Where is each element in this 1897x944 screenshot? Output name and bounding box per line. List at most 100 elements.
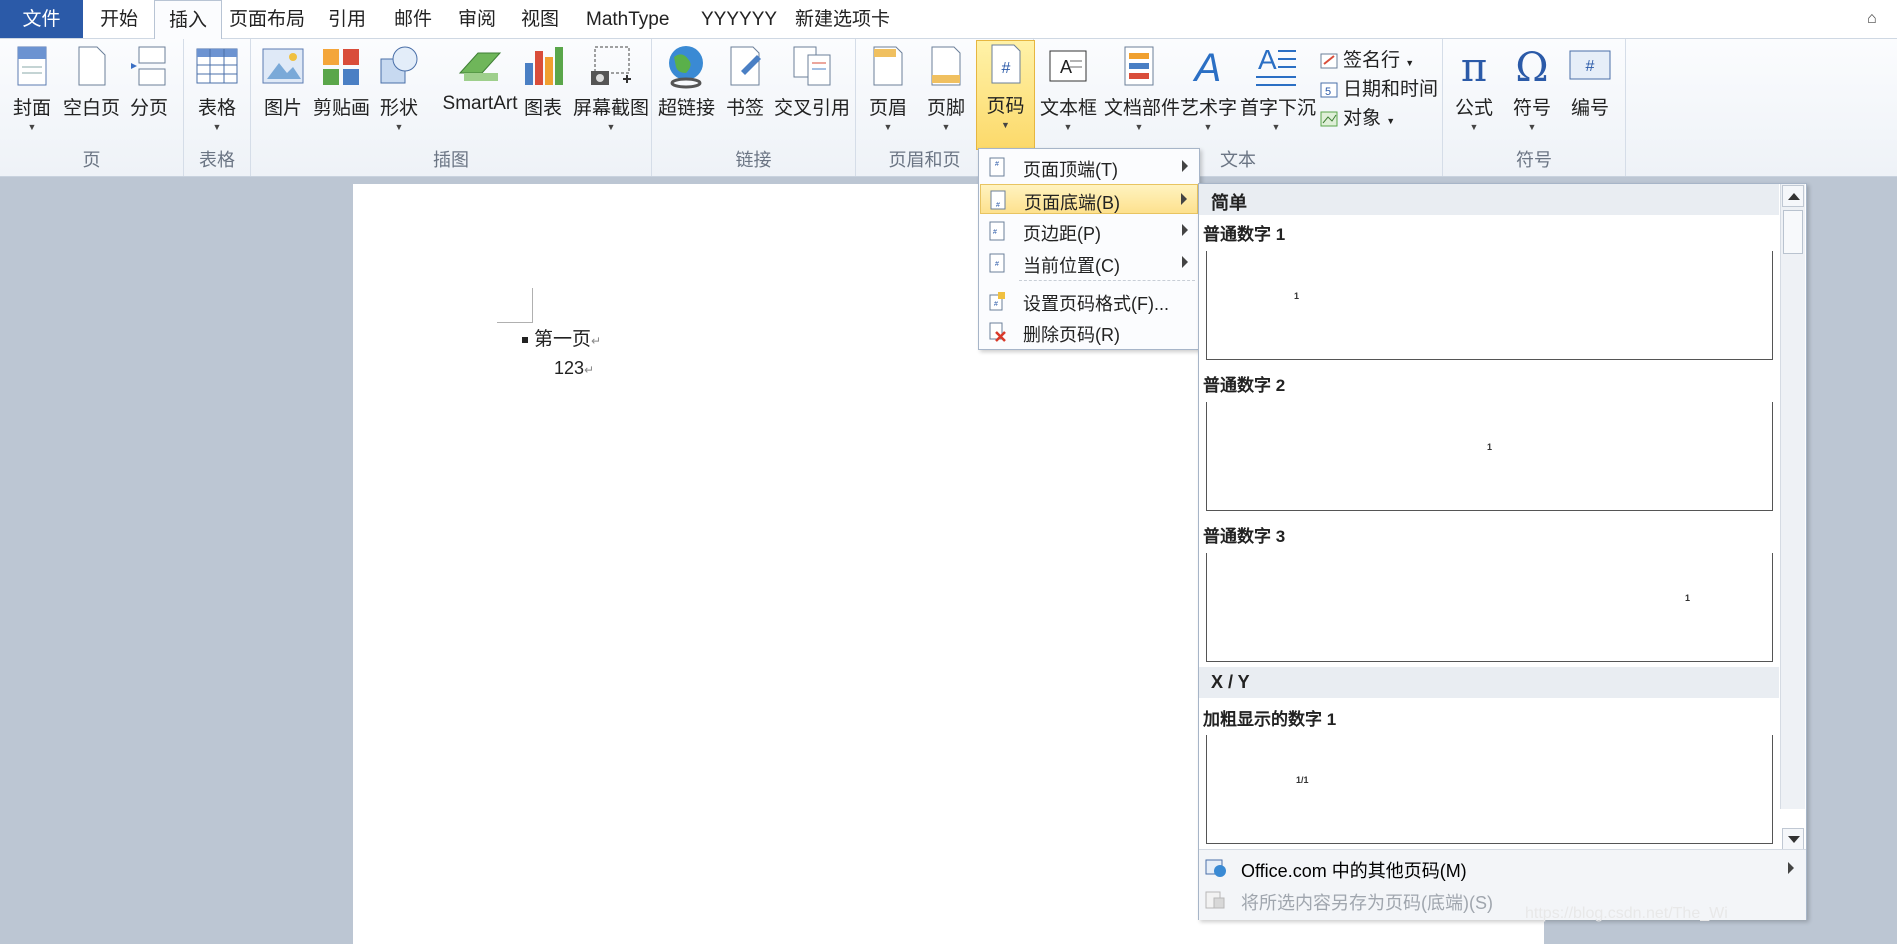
page-top-icon: # <box>989 157 1005 177</box>
tab-references[interactable]: 引用 <box>314 0 380 38</box>
tab-new[interactable]: 新建选项卡 <box>781 0 904 38</box>
tab-yyyyyy[interactable]: YYYYYY <box>687 0 791 38</box>
table-button[interactable]: 表格 ▼ <box>194 43 240 132</box>
menu-item-page-margins[interactable]: # 页边距(P) <box>980 216 1198 246</box>
cover-page-button[interactable]: 封面 ▼ <box>10 43 54 132</box>
svg-text:#: # <box>995 261 999 268</box>
scroll-down-icon[interactable] <box>1782 828 1804 850</box>
current-position-icon: # <box>989 253 1005 273</box>
svg-text:A: A <box>1258 44 1277 75</box>
tab-view[interactable]: 视图 <box>507 0 573 38</box>
gallery-item-plain-number-2[interactable]: 1 <box>1206 402 1773 511</box>
signature-line-button[interactable]: 签名行 ▼ <box>1320 45 1414 72</box>
cover-page-icon <box>17 46 47 86</box>
scrollbar-thumb[interactable] <box>1783 210 1803 254</box>
textbox-icon: A <box>1049 50 1087 82</box>
watermark-text: https://blog.csdn.net/The_Wi <box>1525 905 1728 922</box>
page-bottom-icon: # <box>990 190 1006 210</box>
picture-button[interactable]: 图片 <box>260 43 306 120</box>
more-page-numbers-online[interactable]: Office.com 中的其他页码(M) <box>1199 852 1806 884</box>
numbering-button[interactable]: # 编号 <box>1567 43 1613 120</box>
gallery-item-label: 加粗显示的数字 1 <box>1203 710 1337 729</box>
clipart-button[interactable]: 剪贴画 <box>313 43 370 120</box>
date-time-button[interactable]: 5 日期和时间 <box>1320 74 1438 101</box>
menu-item-top-of-page[interactable]: # 页面顶端(T) <box>980 152 1198 182</box>
tab-page-layout[interactable]: 页面布局 <box>215 0 319 38</box>
group-page: 封面 ▼ 空白页 分页 页 <box>0 39 184 176</box>
tab-home[interactable]: 开始 <box>86 0 152 38</box>
footer-icon <box>931 46 961 86</box>
symbol-button[interactable]: Ω 符号 ▼ <box>1509 43 1555 132</box>
svg-text:A: A <box>1193 46 1222 89</box>
svg-text:#: # <box>995 161 999 168</box>
ribbon-tab-bar: 文件 开始 插入 页面布局 引用 邮件 审阅 视图 MathType YYYYY… <box>0 0 1897 40</box>
chevron-down-icon: ▼ <box>1469 122 1479 132</box>
chevron-down-icon: ▼ <box>212 122 222 132</box>
gallery-scrollbar[interactable] <box>1780 184 1805 850</box>
blank-page-icon <box>78 46 106 86</box>
page-number-icon: # <box>991 44 1020 84</box>
header-button[interactable]: 页眉 ▼ <box>866 43 910 132</box>
chevron-down-icon: ▼ <box>606 122 616 132</box>
textbox-button[interactable]: A 文本框 ▼ <box>1040 43 1097 132</box>
header-icon <box>873 46 903 86</box>
drop-cap-icon: A <box>1256 44 1296 86</box>
submenu-arrow-icon <box>1788 862 1794 874</box>
drop-cap-button[interactable]: A 首字下沉 ▼ <box>1240 43 1316 132</box>
svg-text:#: # <box>993 229 997 236</box>
save-to-gallery-icon <box>1205 891 1225 909</box>
cross-reference-icon <box>793 46 831 86</box>
calendar-icon: 5 <box>1320 82 1338 98</box>
hyperlink-button[interactable]: 超链接 <box>658 43 715 120</box>
document-paragraph[interactable]: 第一页↵ <box>522 324 601 351</box>
menu-item-bottom-of-page[interactable]: # 页面底端(B) <box>980 184 1198 214</box>
menu-item-current-position[interactable]: # 当前位置(C) <box>980 248 1198 278</box>
gallery-item-plain-number-1[interactable]: 1 <box>1206 251 1773 360</box>
page-break-button[interactable]: 分页 <box>127 43 171 120</box>
format-page-number-icon: # <box>989 292 1005 311</box>
group-links: 超链接 书签 交叉引用 链接 <box>652 39 856 176</box>
quick-parts-button[interactable]: 文档部件 ▼ <box>1104 43 1180 132</box>
menu-item-format-page-numbers[interactable]: # 设置页码格式(F)... <box>980 286 1198 316</box>
chart-icon <box>525 47 563 85</box>
page-number-button[interactable]: # 页码 ▼ <box>976 40 1035 150</box>
object-button[interactable]: 对象 ▼ <box>1320 103 1395 130</box>
equation-button[interactable]: π 公式 ▼ <box>1451 43 1497 132</box>
tab-mailings[interactable]: 邮件 <box>380 0 446 38</box>
chevron-down-icon: ▼ <box>1271 122 1281 132</box>
shapes-icon <box>380 46 418 84</box>
gallery-item-plain-number-3[interactable]: 1 <box>1206 553 1773 662</box>
document-paragraph[interactable]: 123↵ <box>554 358 594 379</box>
margin-corner-mark <box>497 288 533 323</box>
chevron-down-icon: ▼ <box>394 122 404 132</box>
tab-insert[interactable]: 插入 <box>154 0 223 40</box>
remove-page-number-icon <box>989 322 1006 342</box>
tab-review[interactable]: 审阅 <box>444 0 510 38</box>
quick-parts-icon <box>1124 46 1154 86</box>
smartart-button[interactable]: SmartArt <box>431 43 529 115</box>
chart-button[interactable]: 图表 <box>520 43 566 120</box>
tab-file[interactable]: 文件 <box>0 0 83 38</box>
tab-mathtype[interactable]: MathType <box>572 0 683 38</box>
submenu-arrow-icon <box>1181 193 1187 205</box>
blank-page-button[interactable]: 空白页 <box>63 43 120 120</box>
menu-item-remove-page-numbers[interactable]: 删除页码(R) <box>980 317 1198 347</box>
svg-text:#: # <box>1586 58 1595 75</box>
globe-icon <box>669 46 703 89</box>
gallery-item-label: 普通数字 1 <box>1203 225 1286 244</box>
bookmark-icon <box>730 46 761 86</box>
gallery-item-bold-number-1[interactable]: 1/1 <box>1206 735 1773 844</box>
chevron-down-icon: ▼ <box>27 122 37 132</box>
bookmark-button[interactable]: 书签 <box>723 43 767 120</box>
footer-button[interactable]: 页脚 ▼ <box>924 43 968 132</box>
wordart-button[interactable]: A 艺术字 ▼ <box>1180 43 1237 132</box>
minimize-ribbon-icon[interactable]: ⌂ <box>1867 10 1883 27</box>
cross-reference-button[interactable]: 交叉引用 <box>774 43 850 120</box>
scroll-up-icon[interactable] <box>1782 185 1804 207</box>
submenu-arrow-icon <box>1182 256 1188 268</box>
menu-separator <box>1019 280 1195 281</box>
screenshot-button[interactable]: 屏幕截图 ▼ <box>571 43 651 132</box>
signature-icon <box>1320 53 1338 69</box>
shapes-button[interactable]: 形状 ▼ <box>376 43 422 132</box>
office-online-icon <box>1205 859 1226 877</box>
